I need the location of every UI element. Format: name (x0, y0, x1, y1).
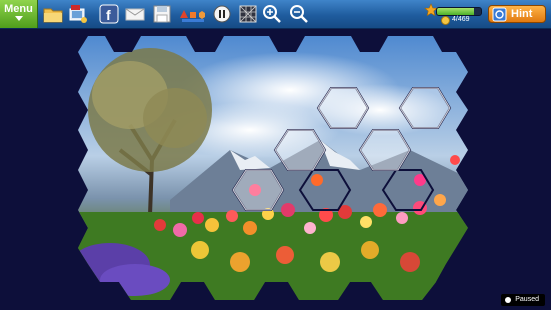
puzzle-board[interactable] (0, 0, 551, 310)
status-badge: Paused (501, 294, 545, 306)
status-label: Paused (515, 296, 539, 303)
paused-icon (505, 297, 512, 303)
